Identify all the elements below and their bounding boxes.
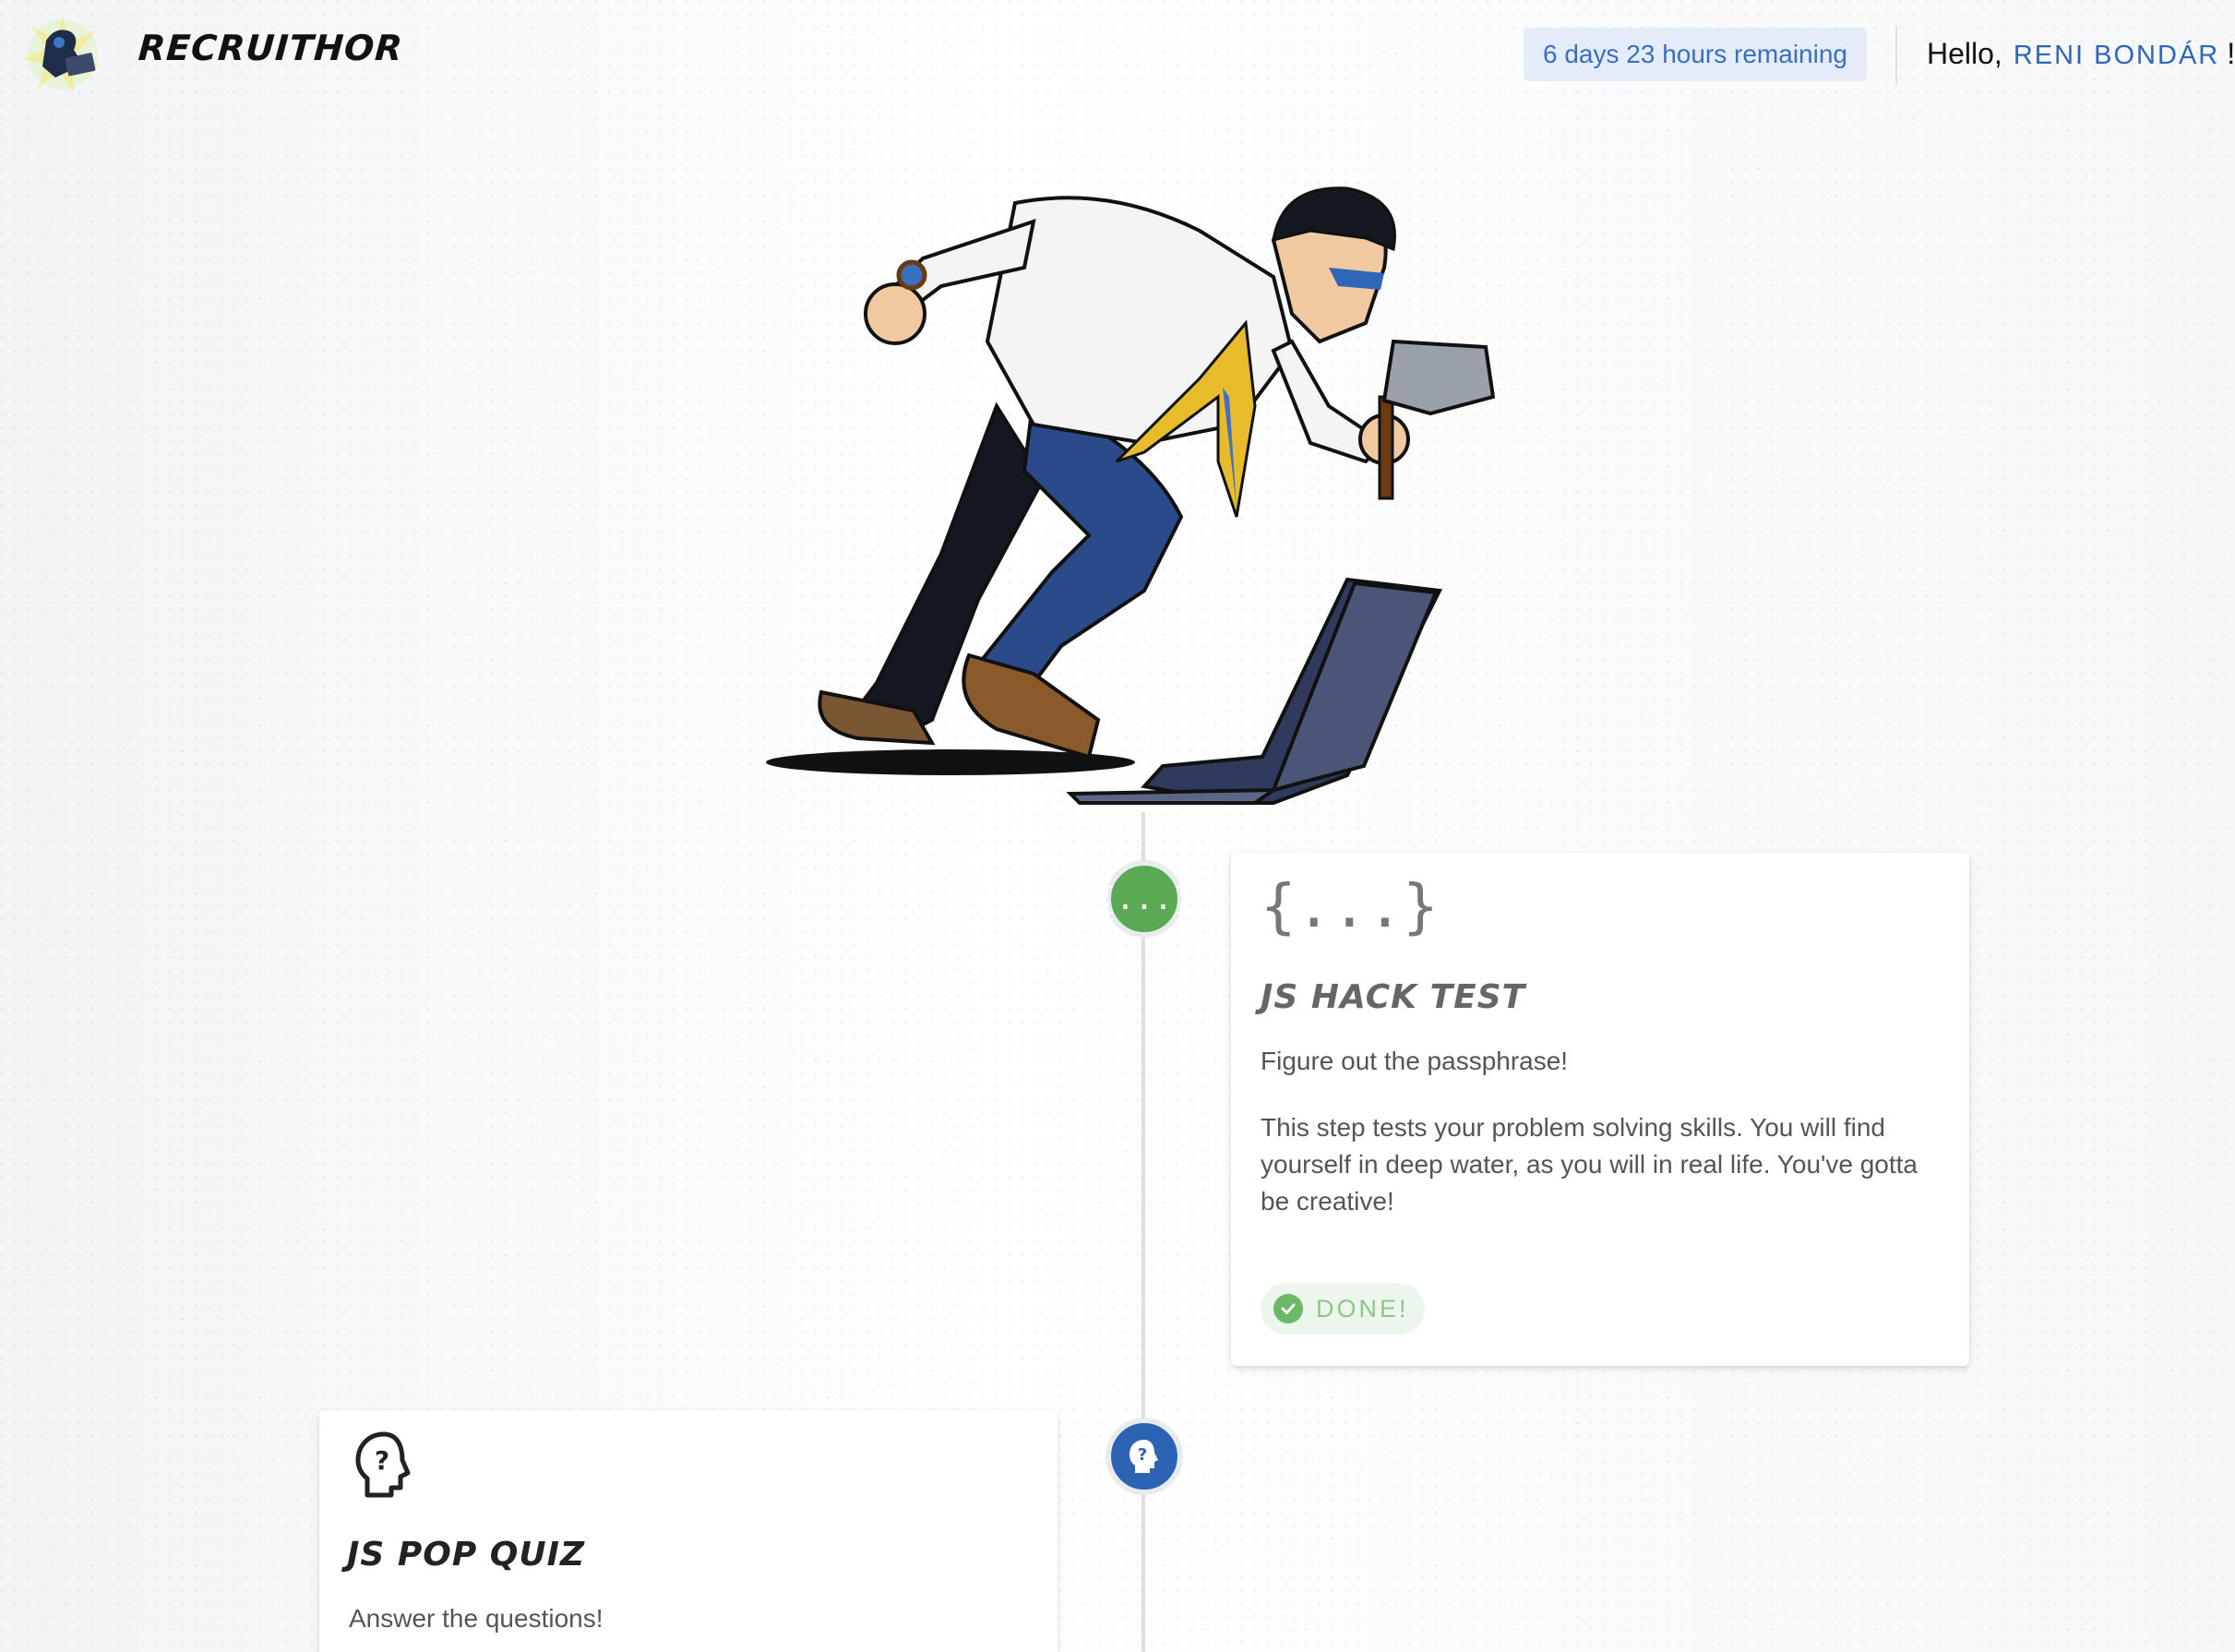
greeting-text: Hello, <box>1927 37 2002 70</box>
user-greeting: Hello, RENI BONDÁR! <box>1927 37 2235 71</box>
user-name-link[interactable]: RENI BONDÁR <box>2014 41 2219 70</box>
step-subtitle: Answer the questions! <box>349 1604 604 1633</box>
step-node-js-hack-test[interactable]: {...} <box>1097 860 1191 938</box>
app-header: RECRUITHOR 6 days 23 hours remaining Hel… <box>0 0 2235 111</box>
brand-name: RECRUITHOR <box>137 28 405 68</box>
step-title: JS POP QUIZ <box>347 1536 586 1574</box>
hero-illustration <box>766 186 1495 805</box>
check-circle-icon <box>1273 1294 1303 1323</box>
step-status-text: DONE! <box>1316 1294 1409 1323</box>
code-braces-icon: {...} <box>1261 873 1439 941</box>
svg-text:?: ? <box>375 1445 389 1476</box>
greeting-suffix: ! <box>2227 37 2235 70</box>
svg-text:?: ? <box>1138 1445 1147 1465</box>
head-question-icon: ? <box>1129 1440 1158 1473</box>
code-braces-icon: {...} <box>1096 880 1192 917</box>
timeline-line <box>1141 812 1145 1652</box>
header-divider <box>1895 26 1897 85</box>
step-title: JS HACK TEST <box>1261 978 1526 1016</box>
step-node-js-pop-quiz[interactable]: ? <box>1106 1418 1183 1495</box>
step-card-js-pop-quiz[interactable]: ? JS POP QUIZ Answer the questions! <box>319 1410 1058 1652</box>
step-subtitle: Figure out the passphrase! <box>1261 1047 1569 1075</box>
logo-icon[interactable] <box>18 13 107 96</box>
step-card-js-hack-test[interactable]: {...} JS HACK TEST Figure out the passph… <box>1231 853 1969 1366</box>
head-question-icon: ? <box>355 1431 411 1498</box>
time-remaining-badge: 6 days 23 hours remaining <box>1524 28 1867 81</box>
step-description: This step tests your problem solving ski… <box>1261 1113 1918 1215</box>
step-status-badge: DONE! <box>1261 1283 1425 1335</box>
